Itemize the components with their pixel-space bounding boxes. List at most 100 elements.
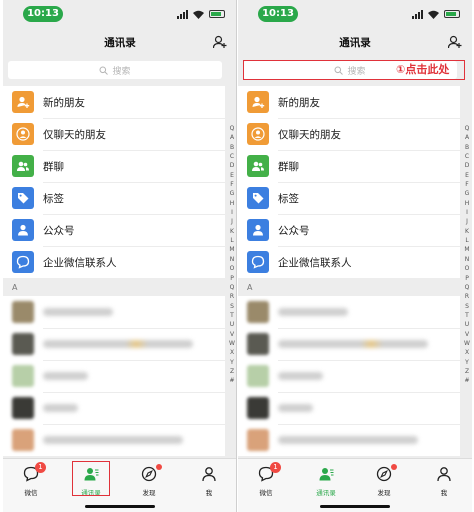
- notification-dot: [391, 464, 397, 470]
- menu-item-group-chats[interactable]: 群聊: [3, 150, 225, 182]
- tab-discover[interactable]: 发现: [129, 463, 169, 497]
- tab-discover[interactable]: 发现: [364, 463, 404, 497]
- index-letter[interactable]: K: [465, 227, 469, 236]
- index-letter[interactable]: P: [230, 274, 234, 283]
- index-letter[interactable]: Q: [465, 283, 470, 292]
- index-letter[interactable]: L: [230, 236, 233, 245]
- index-letter[interactable]: R: [465, 292, 469, 301]
- index-letter[interactable]: D: [465, 161, 470, 170]
- person-icon: [247, 123, 269, 145]
- index-letter[interactable]: W: [464, 339, 470, 348]
- index-letter[interactable]: F: [465, 180, 468, 189]
- index-letter[interactable]: A: [230, 133, 234, 142]
- list-item[interactable]: [238, 360, 460, 392]
- list-item[interactable]: [238, 328, 460, 360]
- index-letter[interactable]: E: [230, 171, 234, 180]
- list-item[interactable]: [3, 392, 225, 424]
- index-letter[interactable]: I: [466, 208, 468, 217]
- section-header-a: A: [238, 280, 460, 296]
- index-letter[interactable]: U: [465, 320, 469, 329]
- index-letter[interactable]: F: [230, 180, 233, 189]
- index-letter[interactable]: S: [465, 302, 469, 311]
- list-item[interactable]: [238, 296, 460, 328]
- list-item[interactable]: [238, 392, 460, 424]
- alphabet-index[interactable]: Q A B C D E F G H I J K L M N O P Q R S T U V W X Y Z #: [462, 124, 472, 386]
- index-letter[interactable]: G: [230, 189, 235, 198]
- index-letter[interactable]: Z: [465, 367, 469, 376]
- menu-item-wecom-contacts[interactable]: 企业微信联系人: [238, 246, 460, 278]
- tab-chats[interactable]: 1 微信: [246, 462, 286, 497]
- tab-bar: 1 微信 通讯录 发现 我: [238, 458, 472, 512]
- menu-item-chat-only-friends[interactable]: 仅聊天的朋友: [238, 118, 460, 150]
- tab-chats[interactable]: 1 微信: [11, 462, 51, 497]
- index-letter[interactable]: U: [230, 320, 234, 329]
- tab-bar: 1 微信 通讯录 发现 我: [3, 458, 236, 512]
- index-letter[interactable]: S: [230, 302, 234, 311]
- tab-me[interactable]: 我: [424, 463, 464, 497]
- index-letter[interactable]: A: [465, 133, 469, 142]
- add-contact-icon[interactable]: [213, 35, 227, 49]
- index-letter[interactable]: X: [465, 348, 469, 357]
- index-letter[interactable]: Y: [465, 358, 469, 367]
- index-letter[interactable]: G: [465, 189, 470, 198]
- index-letter[interactable]: M: [229, 245, 234, 254]
- index-letter[interactable]: N: [465, 255, 470, 264]
- index-letter[interactable]: Q: [230, 124, 235, 133]
- index-letter[interactable]: P: [465, 274, 469, 283]
- menu-item-tags[interactable]: 标签: [3, 182, 225, 214]
- menu-item-new-friends[interactable]: 新的朋友: [238, 86, 460, 118]
- menu-item-official-accounts[interactable]: 公众号: [238, 214, 460, 246]
- contacts-icon: [319, 468, 334, 481]
- index-letter[interactable]: Q: [230, 283, 235, 292]
- list-item[interactable]: [3, 328, 225, 360]
- index-letter[interactable]: T: [465, 311, 469, 320]
- menu-item-wecom-contacts[interactable]: 企业微信联系人: [3, 246, 225, 278]
- list-item[interactable]: [3, 296, 225, 328]
- index-letter[interactable]: X: [230, 348, 234, 357]
- index-letter[interactable]: N: [230, 255, 235, 264]
- index-letter[interactable]: W: [229, 339, 235, 348]
- search-bar[interactable]: 搜索: [8, 61, 222, 79]
- tag-icon: [12, 187, 34, 209]
- index-letter[interactable]: D: [230, 161, 235, 170]
- menu-item-tags[interactable]: 标签: [238, 182, 460, 214]
- index-letter[interactable]: L: [465, 236, 468, 245]
- index-letter[interactable]: O: [230, 264, 235, 273]
- search-icon: [99, 66, 109, 75]
- menu-item-official-accounts[interactable]: 公众号: [3, 214, 225, 246]
- index-letter[interactable]: B: [465, 143, 469, 152]
- index-letter[interactable]: E: [465, 171, 469, 180]
- list-item[interactable]: [3, 424, 225, 456]
- menu-item-group-chats[interactable]: 群聊: [238, 150, 460, 182]
- index-letter[interactable]: B: [230, 143, 234, 152]
- tab-contacts[interactable]: 通讯录: [306, 463, 346, 497]
- index-letter[interactable]: C: [465, 152, 469, 161]
- alphabet-index[interactable]: Q A B C D E F G H I J K L M N O P Q R S T U V W X Y Z #: [227, 124, 236, 386]
- list-item[interactable]: [238, 424, 460, 456]
- index-letter[interactable]: R: [230, 292, 234, 301]
- status-bar: 10:13: [238, 0, 472, 28]
- add-contact-icon[interactable]: [448, 35, 462, 49]
- menu-item-new-friends[interactable]: 新的朋友: [3, 86, 225, 118]
- index-letter[interactable]: K: [230, 227, 234, 236]
- index-letter[interactable]: Y: [230, 358, 234, 367]
- index-letter[interactable]: I: [231, 208, 233, 217]
- index-letter[interactable]: T: [230, 311, 234, 320]
- instruction-annotation: ①点击此处: [396, 63, 450, 76]
- index-letter[interactable]: J: [466, 217, 468, 226]
- menu-item-chat-only-friends[interactable]: 仅聊天的朋友: [3, 118, 225, 150]
- tab-me[interactable]: 我: [189, 463, 229, 497]
- index-letter[interactable]: H: [230, 199, 235, 208]
- index-letter[interactable]: O: [465, 264, 470, 273]
- index-letter[interactable]: Z: [230, 367, 234, 376]
- list-item[interactable]: [3, 360, 225, 392]
- index-letter[interactable]: M: [464, 245, 469, 254]
- index-letter[interactable]: Q: [465, 124, 470, 133]
- index-letter[interactable]: V: [230, 330, 234, 339]
- index-letter[interactable]: H: [465, 199, 470, 208]
- index-letter[interactable]: V: [465, 330, 469, 339]
- index-letter[interactable]: C: [230, 152, 234, 161]
- index-letter[interactable]: #: [229, 376, 234, 385]
- index-letter[interactable]: J: [231, 217, 233, 226]
- index-letter[interactable]: #: [464, 376, 469, 385]
